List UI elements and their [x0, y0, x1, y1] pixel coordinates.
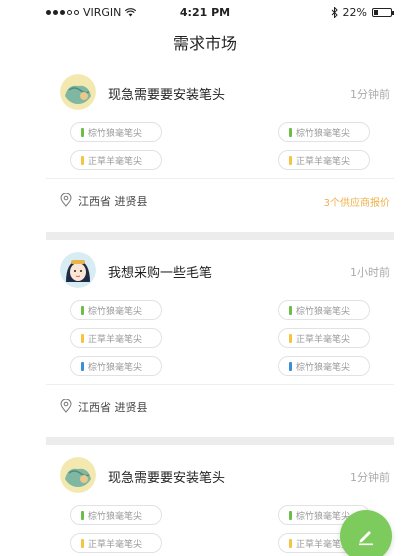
tag-color-bar [289, 361, 292, 371]
card-header: 现急需要要安装笔头 1分钟前 [46, 62, 394, 122]
status-right: 22% [331, 6, 394, 19]
tag-row: 棕竹狼毫笔尖 棕竹狼毫笔尖 [60, 122, 380, 142]
tag-list: 棕竹狼毫笔尖 棕竹狼毫笔尖 正草羊毫笔尖 正草羊毫笔尖 [46, 122, 394, 170]
location-text: 江西省 进贤县 [78, 401, 148, 414]
avatar[interactable] [60, 457, 96, 493]
tag-label: 棕竹狼毫笔尖 [88, 128, 143, 139]
tag-color-bar [81, 361, 84, 371]
card-title: 我想采购一些毛笔 [108, 266, 213, 281]
tag-label: 棕竹狼毫笔尖 [296, 128, 351, 139]
tag-label: 正草羊毫笔尖 [296, 156, 351, 167]
avatar[interactable] [60, 252, 96, 288]
card-title: 现急需要要安装笔头 [108, 88, 226, 103]
tag[interactable]: 正草羊毫笔尖 [278, 328, 370, 348]
tag[interactable]: 棕竹狼毫笔尖 [70, 300, 162, 320]
compose-button[interactable] [340, 510, 392, 556]
tag-color-bar [289, 333, 292, 343]
tag-row: 正草羊毫笔尖 正草羊毫笔尖 [60, 328, 380, 348]
tag-color-bar [289, 155, 292, 165]
demand-card[interactable]: 现急需要要安装笔头 1分钟前 棕竹狼毫笔尖 棕竹狼毫笔尖 正草羊毫笔尖 正草羊毫… [46, 62, 394, 220]
tag-label: 棕竹狼毫笔尖 [296, 306, 351, 317]
battery-percent: 22% [342, 6, 367, 19]
card-divider [46, 437, 394, 445]
tag-label: 棕竹狼毫笔尖 [88, 306, 143, 317]
tag-label: 正草羊毫笔尖 [296, 334, 351, 345]
battery-fill [374, 10, 378, 15]
tag[interactable]: 棕竹狼毫笔尖 [70, 505, 162, 525]
tag-label: 棕竹狼毫笔尖 [296, 362, 351, 373]
tag[interactable]: 棕竹狼毫笔尖 [278, 300, 370, 320]
tag-color-bar [289, 127, 292, 137]
location-text: 江西省 进贤县 [78, 195, 148, 208]
card-time: 1小时前 [350, 266, 390, 279]
tag-color-bar [81, 538, 84, 548]
tag[interactable]: 棕竹狼毫笔尖 [278, 356, 370, 376]
tag[interactable]: 正草羊毫笔尖 [70, 533, 162, 553]
avatar[interactable] [60, 74, 96, 110]
card-time: 1分钟前 [350, 471, 390, 484]
tag[interactable]: 正草羊毫笔尖 [70, 150, 162, 170]
tag[interactable]: 棕竹狼毫笔尖 [70, 356, 162, 376]
tag-label: 棕竹狼毫笔尖 [296, 511, 351, 522]
battery-icon [372, 8, 394, 17]
card-time: 1分钟前 [350, 88, 390, 101]
screen: VIRGIN 4:21 PM 22% 需求市场 现急需要要安装笔头 1分钟前 棕… [0, 0, 410, 556]
card-title: 现急需要要安装笔头 [108, 471, 226, 486]
tag-label: 正草羊毫笔尖 [88, 334, 143, 345]
card-footer: 江西省 进贤县 [46, 384, 394, 426]
card-header: 我想采购一些毛笔 1小时前 [46, 240, 394, 300]
pencil-icon [359, 531, 373, 546]
tag-label: 棕竹狼毫笔尖 [88, 511, 143, 522]
status-bar: VIRGIN 4:21 PM 22% [0, 0, 410, 24]
tag[interactable]: 棕竹狼毫笔尖 [70, 122, 162, 142]
tag-list: 棕竹狼毫笔尖 棕竹狼毫笔尖 正草羊毫笔尖 正草羊毫笔尖 棕竹狼毫笔尖 棕竹狼毫笔… [46, 300, 394, 376]
page-title: 需求市场 [172, 34, 237, 53]
tag-color-bar [81, 127, 84, 137]
supplier-quote-link[interactable]: 3个供应商报价 [324, 194, 390, 209]
tag-row: 正草羊毫笔尖 正草羊毫笔尖 [60, 150, 380, 170]
tag[interactable]: 正草羊毫笔尖 [278, 150, 370, 170]
tag-row: 棕竹狼毫笔尖 棕竹狼毫笔尖 [60, 505, 380, 525]
tag-row: 棕竹狼毫笔尖 棕竹狼毫笔尖 [60, 300, 380, 320]
tag-color-bar [81, 510, 84, 520]
tag-label: 正草羊毫笔尖 [88, 156, 143, 167]
tag-color-bar [289, 510, 292, 520]
tag[interactable]: 棕竹狼毫笔尖 [278, 122, 370, 142]
location-pin-icon [60, 193, 72, 207]
tag-color-bar [289, 305, 292, 315]
location-pin-icon [60, 399, 72, 413]
tag-label: 正草羊毫笔尖 [88, 539, 143, 550]
bluetooth-icon [331, 7, 338, 18]
tag-label: 棕竹狼毫笔尖 [88, 362, 143, 373]
tag-color-bar [81, 333, 84, 343]
tag-color-bar [81, 305, 84, 315]
card-header: 现急需要要安装笔头 1分钟前 [46, 445, 394, 505]
demand-card[interactable]: 我想采购一些毛笔 1小时前 棕竹狼毫笔尖 棕竹狼毫笔尖 正草羊毫笔尖 正草羊毫笔… [46, 240, 394, 426]
tag-color-bar [289, 538, 292, 548]
tag-row: 正草羊毫笔尖 正草羊毫笔尖 [60, 533, 380, 553]
tag-row: 棕竹狼毫笔尖 棕竹狼毫笔尖 [60, 356, 380, 376]
tag[interactable]: 正草羊毫笔尖 [70, 328, 162, 348]
tag-color-bar [81, 155, 84, 165]
card-divider [46, 232, 394, 240]
card-footer: 江西省 进贤县 3个供应商报价 [46, 178, 394, 220]
